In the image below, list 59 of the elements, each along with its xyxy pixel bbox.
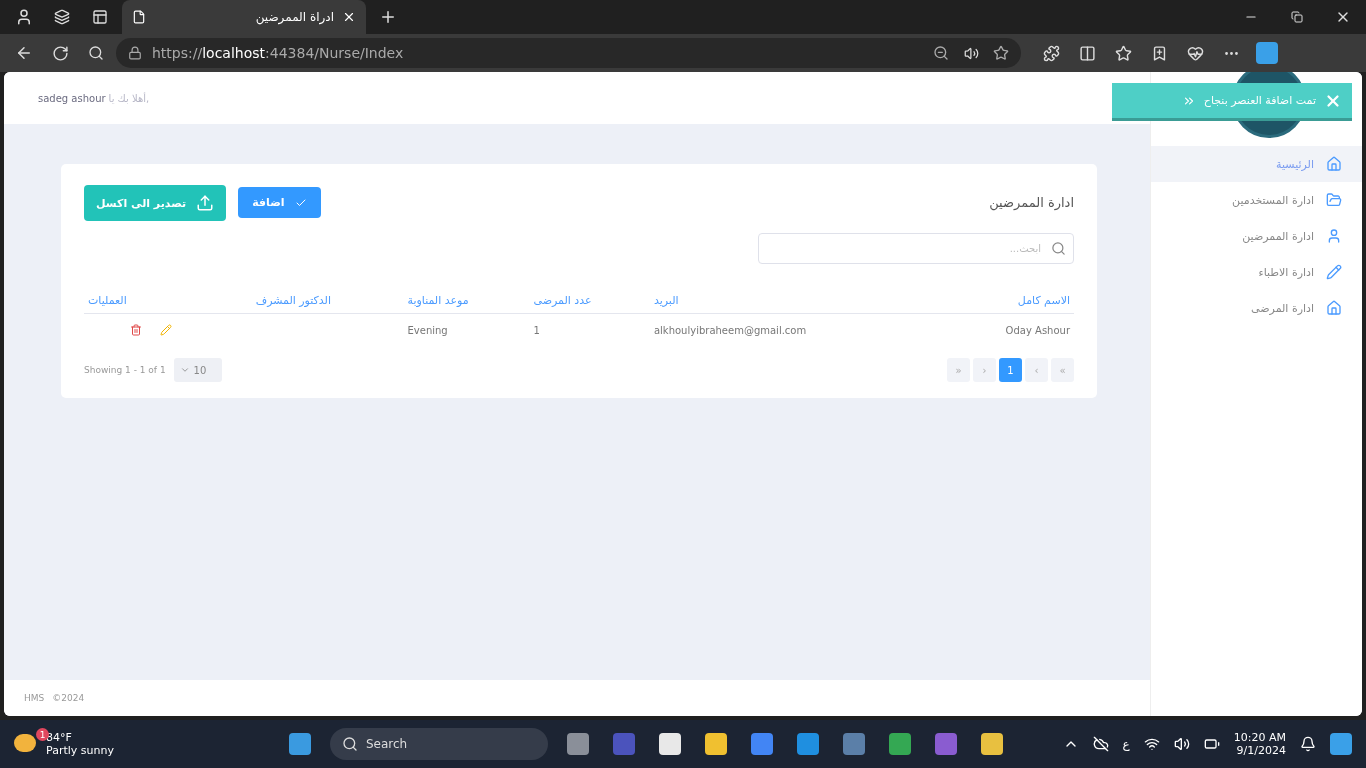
cloud-off-icon[interactable]	[1092, 736, 1109, 752]
bell-icon[interactable]	[1300, 736, 1316, 752]
sidebar-item[interactable]: ادارة المرضى	[1151, 290, 1362, 326]
sidebar-item[interactable]: ادارة الاطباء	[1151, 254, 1362, 290]
column-header: العمليات	[84, 288, 252, 314]
table-cell: Evening	[403, 313, 530, 346]
greeting-text: أهلا بك يا,	[108, 92, 150, 104]
volume-icon[interactable]	[1173, 736, 1190, 752]
page-icon	[132, 10, 146, 24]
clock[interactable]: 10:20 AM 9/1/2024	[1233, 731, 1286, 757]
close-icon[interactable]	[342, 10, 356, 24]
column-header: الاسم كامل	[942, 288, 1074, 314]
page-size-select[interactable]: 10	[173, 358, 222, 382]
table-cell: alkhoulyibraheem@gmail.com	[649, 313, 943, 346]
sidebar-item[interactable]: الرئيسية	[1151, 146, 1362, 182]
temperature-text: 84°F	[46, 731, 73, 744]
house-icon	[1326, 300, 1342, 316]
weather-icon[interactable]	[14, 734, 36, 752]
lock-icon	[128, 46, 142, 60]
weather-condition: Partly sunny	[46, 744, 114, 757]
delete-icon[interactable]	[130, 324, 142, 336]
toast-message: تمت اضافة العنصر بنجاح	[1203, 94, 1316, 107]
column-header: موعد المناوبة	[403, 288, 530, 314]
star-icon[interactable]	[993, 45, 1009, 61]
page-button[interactable]: «	[1051, 358, 1074, 382]
pencil-icon	[1326, 264, 1342, 280]
address-bar[interactable]: https://localhost:44384/Nurse/Index	[116, 38, 1021, 68]
export-button[interactable]: تصدير الى اكسل	[84, 185, 227, 221]
chevron-down-icon	[179, 365, 190, 375]
upload-icon	[196, 194, 215, 212]
taskbar-search[interactable]: Search	[330, 728, 548, 760]
page-button[interactable]: ›	[973, 358, 996, 382]
user-name: sadeg ashour	[38, 92, 106, 104]
table-cell: 1	[529, 313, 650, 346]
showing-text: Showing 1 - 1 of 1	[84, 365, 166, 375]
person-icon	[1326, 228, 1342, 244]
browser-tab[interactable]: ادراة الممرضين	[122, 0, 366, 34]
add-button[interactable]: اضافة	[238, 187, 321, 218]
house-icon	[1326, 156, 1342, 172]
language-indicator[interactable]: ع	[1122, 737, 1130, 751]
search-icon	[1051, 241, 1066, 256]
page-title: ادارة الممرضين	[989, 195, 1074, 210]
battery-icon[interactable]	[1203, 736, 1220, 752]
search-field[interactable]: ابحث...	[758, 233, 1074, 264]
column-header: البريد	[649, 288, 943, 314]
page-button[interactable]: »	[947, 358, 970, 382]
footer-year: ©2024	[52, 693, 85, 703]
search-icon	[342, 736, 358, 752]
page-button[interactable]: 1	[999, 358, 1022, 382]
wifi-icon[interactable]	[1143, 736, 1160, 752]
zoom-out-icon[interactable]	[933, 45, 949, 61]
page-button[interactable]: ‹	[1025, 358, 1048, 382]
sidebar-item[interactable]: ادارة الممرضين	[1151, 218, 1362, 254]
footer-brand: HMS	[24, 693, 45, 703]
column-header: الدكتور المشرف	[251, 288, 404, 314]
folder-icon	[1326, 192, 1342, 208]
sidebar-item[interactable]: ادارة المستخدمين	[1151, 182, 1362, 218]
column-header: عدد المرضى	[529, 288, 650, 314]
table-cell: Oday Ashour	[942, 313, 1074, 346]
